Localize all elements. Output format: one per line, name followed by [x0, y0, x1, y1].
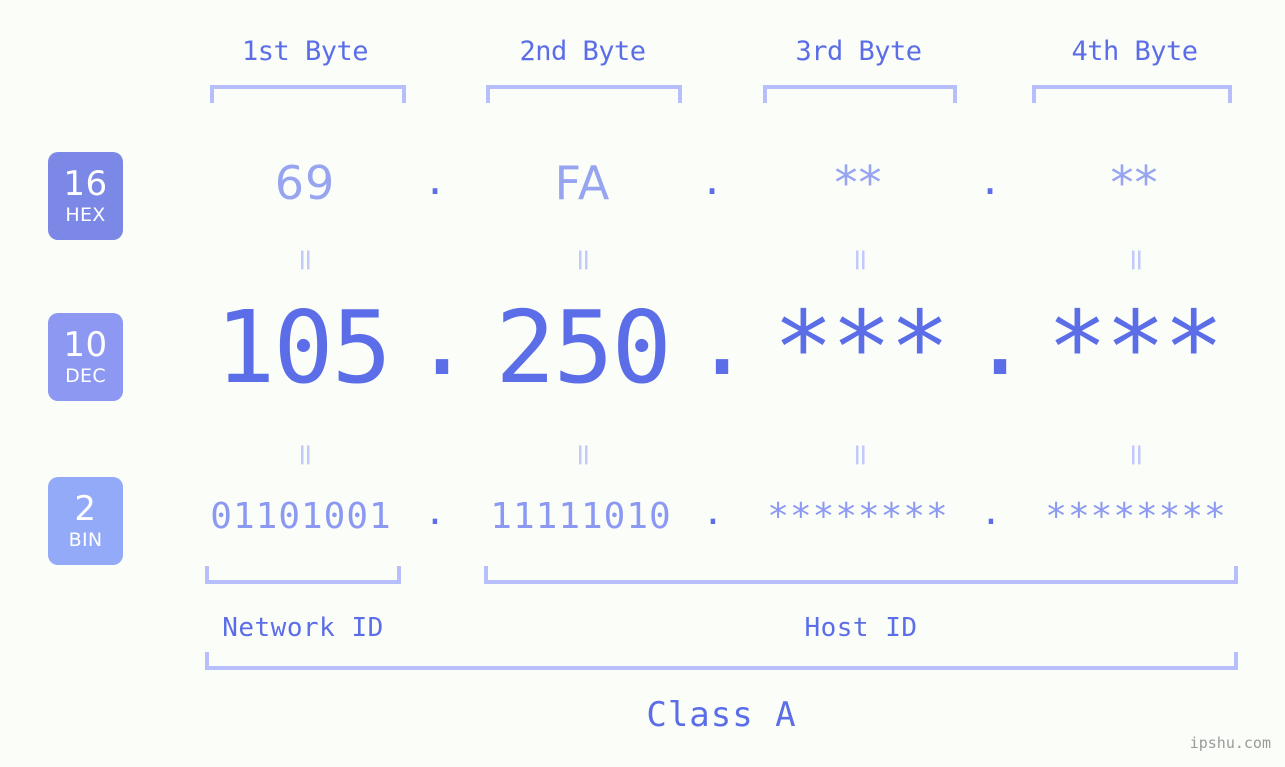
- ip-class-label: Class A: [646, 695, 797, 735]
- network-id-bracket: [205, 566, 401, 584]
- ip-class-bracket: [205, 652, 1238, 670]
- host-id-bracket: [484, 566, 1238, 584]
- base-badge-dec: 10 DEC: [48, 313, 123, 401]
- bin-separator-2: .: [702, 492, 724, 533]
- byte-header-1: 1st Byte: [241, 36, 369, 67]
- byte-bracket-1: [210, 85, 406, 103]
- network-id-label: Network ID: [222, 613, 384, 643]
- byte-bracket-4: [1032, 85, 1232, 103]
- equals-icon-hex-dec-2: =: [566, 247, 601, 273]
- bin-byte-3: ********: [767, 496, 949, 537]
- byte-bracket-3: [763, 85, 957, 103]
- base-badge-bin-number: 2: [74, 489, 97, 529]
- equals-icon-dec-bin-3: =: [843, 442, 878, 468]
- byte-bracket-2: [486, 85, 682, 103]
- equals-icon-hex-dec-3: =: [843, 247, 878, 273]
- bin-byte-1: 01101001: [210, 496, 392, 537]
- base-badge-hex: 16 HEX: [48, 152, 123, 240]
- base-badge-hex-system: HEX: [65, 204, 106, 226]
- bin-byte-4: ********: [1045, 496, 1227, 537]
- ip-byte-breakdown-diagram: 1st Byte 2nd Byte 3rd Byte 4th Byte 16 H…: [0, 0, 1285, 767]
- hex-separator-2: .: [704, 151, 720, 205]
- bin-byte-2: 11111010: [490, 496, 672, 537]
- hex-byte-3: **: [834, 156, 883, 210]
- byte-header-4: 4th Byte: [1071, 36, 1198, 67]
- byte-header-3: 3rd Byte: [795, 36, 922, 67]
- base-badge-bin-system: BIN: [68, 529, 103, 551]
- dec-byte-4: ***: [1047, 289, 1224, 406]
- base-badge-bin: 2 BIN: [48, 477, 123, 565]
- hex-byte-4: **: [1110, 156, 1159, 210]
- site-watermark: ipshu.com: [1189, 734, 1271, 752]
- hex-byte-1: 69: [274, 156, 336, 210]
- dec-separator-1: .: [412, 281, 473, 398]
- equals-icon-hex-dec-4: =: [1119, 247, 1154, 273]
- hex-separator-3: .: [982, 151, 998, 205]
- hex-byte-2: FA: [554, 156, 611, 210]
- dec-byte-2: 250: [495, 289, 672, 406]
- hex-separator-1: .: [427, 151, 443, 205]
- dec-byte-3: ***: [773, 289, 950, 406]
- host-id-label: Host ID: [804, 613, 918, 643]
- equals-icon-hex-dec-1: =: [288, 247, 323, 273]
- base-badge-hex-number: 16: [63, 164, 108, 204]
- equals-icon-dec-bin-4: =: [1119, 442, 1154, 468]
- dec-separator-2: .: [692, 281, 753, 398]
- base-badge-dec-number: 10: [63, 325, 108, 365]
- bin-separator-3: .: [980, 492, 1002, 533]
- dec-byte-1: 105: [215, 289, 392, 406]
- base-badge-dec-system: DEC: [65, 365, 106, 387]
- dec-separator-3: .: [970, 281, 1031, 398]
- byte-header-2: 2nd Byte: [519, 36, 646, 67]
- equals-icon-dec-bin-2: =: [566, 442, 601, 468]
- bin-separator-1: .: [424, 492, 446, 533]
- equals-icon-dec-bin-1: =: [288, 442, 323, 468]
